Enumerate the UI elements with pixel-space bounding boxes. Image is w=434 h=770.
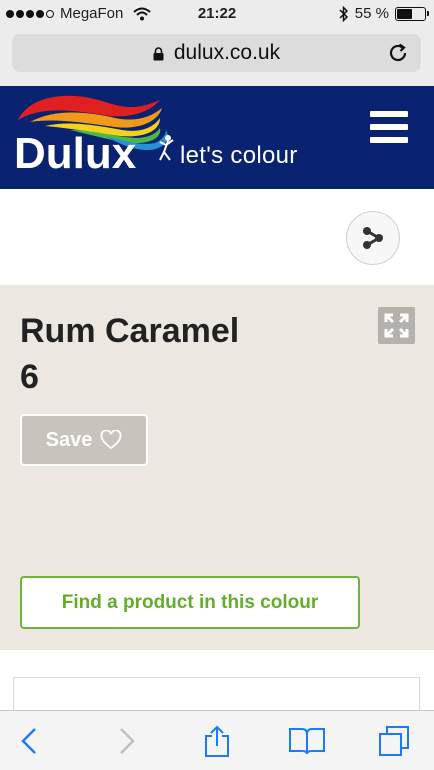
- save-button[interactable]: Save: [20, 414, 148, 466]
- battery-info: 55 %: [339, 5, 429, 22]
- expand-icon: [384, 313, 409, 338]
- find-product-button[interactable]: Find a product in this colour: [20, 576, 360, 629]
- share-icon: [363, 227, 383, 249]
- brand-tagline: let's colour: [180, 142, 298, 169]
- share-row: [0, 189, 434, 285]
- forward-arrow-icon[interactable]: [110, 725, 142, 757]
- colour-swatch-panel: Rum Caramel 6 Save Find a product in thi…: [0, 285, 434, 650]
- browser-toolbar: [0, 710, 434, 770]
- browser-address-area: dulux.co.uk: [0, 28, 434, 86]
- colour-name: Rum Caramel: [20, 312, 240, 350]
- share-button[interactable]: [346, 211, 400, 265]
- lock-icon: [153, 47, 164, 61]
- battery-percent: 55 %: [354, 5, 389, 22]
- bluetooth-icon: [339, 5, 348, 22]
- share-sheet-icon[interactable]: [201, 725, 233, 757]
- address-bar[interactable]: dulux.co.uk: [12, 34, 421, 72]
- heart-icon: [100, 430, 122, 450]
- tabs-icon[interactable]: [378, 725, 410, 757]
- battery-icon: [395, 6, 429, 21]
- battery-level: [397, 8, 412, 19]
- site-header: Dulux let's colour: [0, 86, 434, 189]
- colour-code: 6: [20, 358, 39, 396]
- back-arrow-icon[interactable]: [14, 725, 46, 757]
- bookmarks-icon[interactable]: [288, 725, 326, 757]
- save-label: Save: [45, 428, 93, 451]
- url-text: dulux.co.uk: [173, 41, 281, 64]
- reload-icon[interactable]: [385, 40, 411, 66]
- dulux-logo[interactable]: Dulux: [10, 90, 330, 185]
- brand-wordmark: Dulux: [14, 129, 137, 178]
- status-bar: MegaFon 21:22 55 %: [0, 0, 434, 28]
- expand-button[interactable]: [378, 307, 415, 344]
- hamburger-menu-icon[interactable]: [370, 111, 408, 143]
